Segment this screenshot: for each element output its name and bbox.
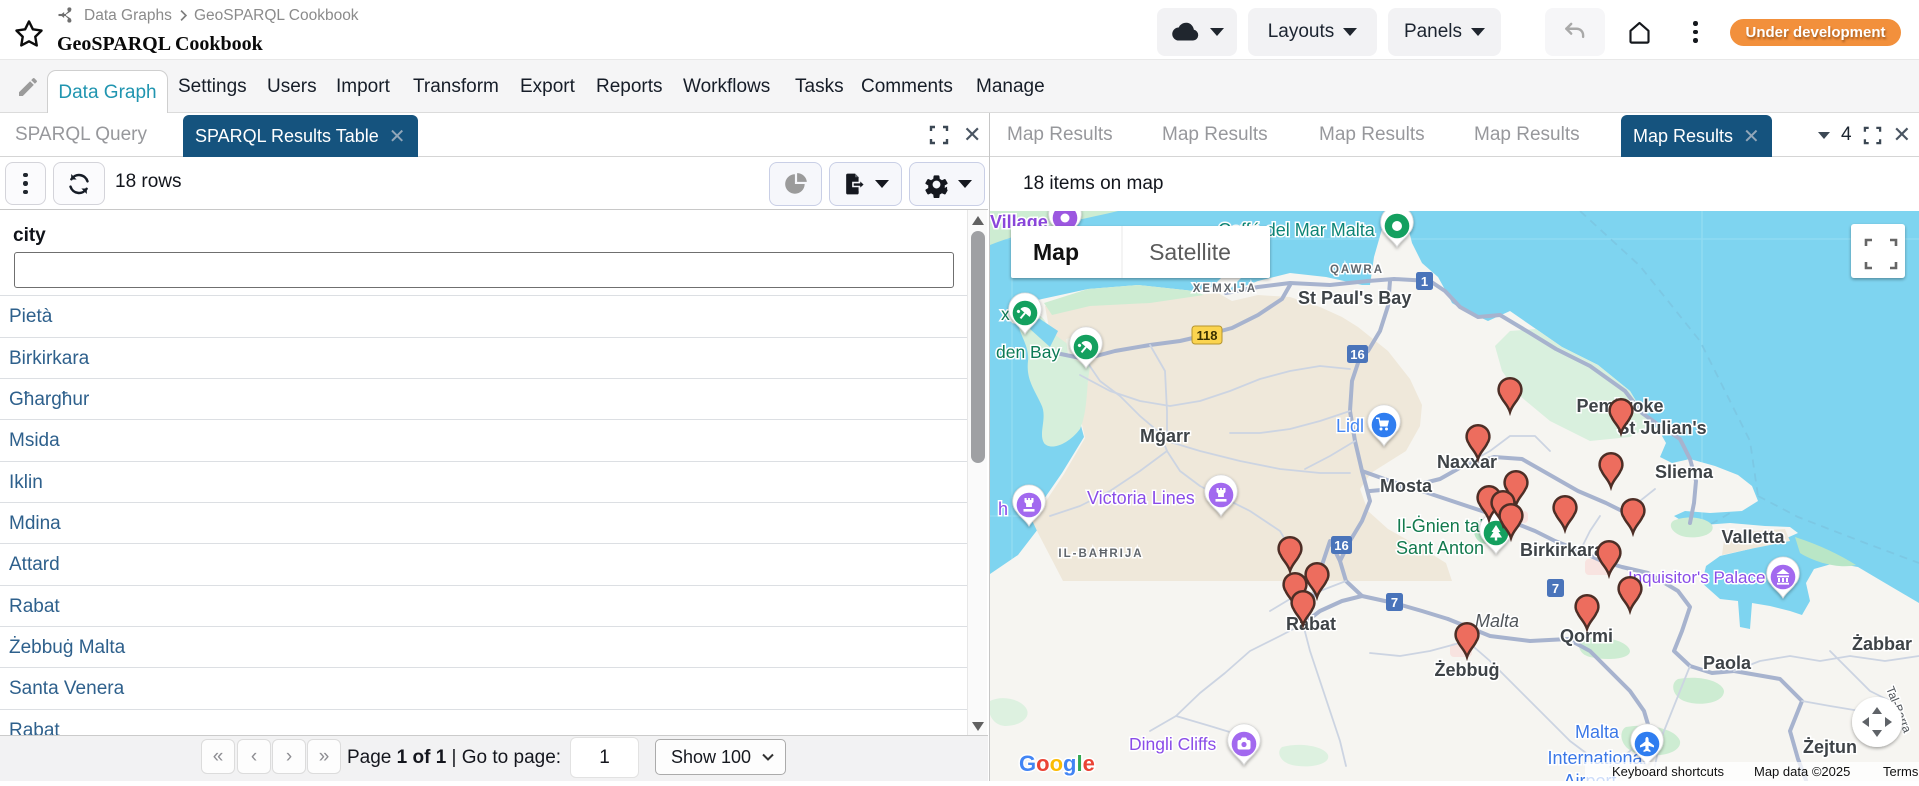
svg-text:Lidl: Lidl — [1336, 416, 1364, 436]
svg-text:Keyboard shortcuts: Keyboard shortcuts — [1612, 764, 1725, 779]
svg-text:Mġarr: Mġarr — [1140, 426, 1190, 446]
svg-text:16: 16 — [1334, 538, 1348, 553]
svg-text:Mosta: Mosta — [1380, 476, 1433, 496]
svg-text:Map data ©2025: Map data ©2025 — [1754, 764, 1850, 779]
svg-text:Malta: Malta — [1575, 722, 1620, 742]
svg-text:Birkirkara: Birkirkara — [1520, 540, 1605, 560]
svg-text:Żebbuġ: Żebbuġ — [1435, 660, 1500, 680]
svg-text:Naxxar: Naxxar — [1437, 452, 1497, 472]
svg-text:Satellite: Satellite — [1149, 239, 1231, 265]
svg-text:Dingli Cliffs: Dingli Cliffs — [1129, 734, 1216, 754]
svg-text:16: 16 — [1350, 347, 1364, 362]
svg-text:Valletta: Valletta — [1721, 527, 1785, 547]
svg-text:QAWRA: QAWRA — [1330, 264, 1384, 276]
svg-text:Terms: Terms — [1883, 764, 1919, 779]
svg-text:Paola: Paola — [1703, 653, 1752, 673]
svg-text:118: 118 — [1197, 328, 1218, 343]
svg-text:Victoria Lines: Victoria Lines — [1087, 488, 1195, 508]
svg-text:7: 7 — [1552, 581, 1559, 596]
svg-text:Rabat: Rabat — [1286, 614, 1336, 634]
svg-text:Żejtun: Żejtun — [1803, 737, 1857, 757]
svg-text:Inquisitor's Palace: Inquisitor's Palace — [1628, 568, 1765, 587]
svg-text:den Bay: den Bay — [996, 342, 1060, 362]
svg-text:Sliema: Sliema — [1655, 462, 1714, 482]
svg-text:Malta: Malta — [1475, 611, 1519, 631]
svg-text:Il-Ġnien ta': Il-Ġnien ta' — [1397, 515, 1483, 536]
svg-text:Map: Map — [1033, 239, 1079, 265]
svg-text:XEMXIJA: XEMXIJA — [1193, 283, 1258, 295]
svg-text:h: h — [998, 499, 1008, 519]
svg-text:St Paul's Bay: St Paul's Bay — [1298, 288, 1411, 308]
svg-text:1: 1 — [1421, 274, 1428, 289]
svg-text:7: 7 — [1391, 595, 1398, 610]
svg-text:Żabbar: Żabbar — [1852, 634, 1912, 654]
svg-text:Google: Google — [1019, 751, 1095, 776]
svg-text:IL-BAĦRIJA: IL-BAĦRIJA — [1058, 548, 1143, 560]
svg-text:St Julian's: St Julian's — [1617, 418, 1706, 438]
svg-text:Sant Anton: Sant Anton — [1396, 538, 1484, 558]
